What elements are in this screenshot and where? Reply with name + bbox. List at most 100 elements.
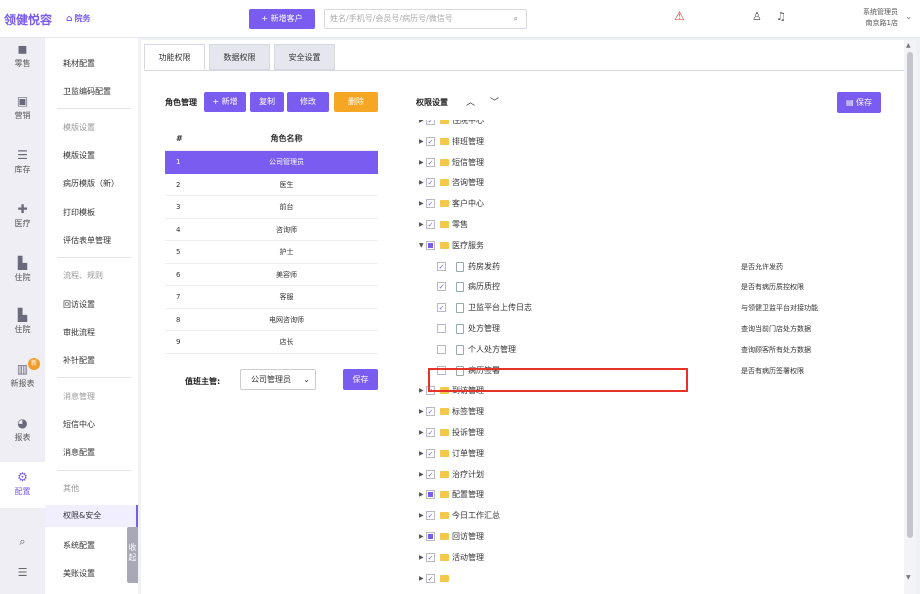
checkbox[interactable]: ✓ xyxy=(437,303,446,313)
checkbox[interactable]: ✓ xyxy=(437,282,446,292)
tree-node[interactable]: ▶ ✓ 今日工作汇总 xyxy=(411,506,891,526)
tree-child-node[interactable]: 个人处方管理 查询顾客所有处方数据 xyxy=(411,340,891,360)
table-row[interactable]: 3 前台 xyxy=(165,196,378,219)
table-row[interactable]: 7 客服 xyxy=(165,286,378,309)
scroll-up-icon[interactable]: ▲ xyxy=(906,42,911,49)
user-icon[interactable]: ♙ xyxy=(752,10,762,23)
caret-right-icon[interactable]: ▶ xyxy=(419,569,424,589)
tree-node[interactable]: ▶ ✓ 标签管理 xyxy=(411,402,891,422)
tree-node[interactable]: ▶ ✓ 治疗计划 xyxy=(411,465,891,485)
duty-save-button[interactable]: 保存 xyxy=(343,369,378,390)
checkbox[interactable]: ✓ xyxy=(426,573,435,583)
bell-icon[interactable]: ♫ xyxy=(776,10,786,23)
caret-right-icon[interactable]: ▶ xyxy=(419,444,424,464)
subnav-item[interactable]: 审批流程 xyxy=(45,327,138,338)
checkbox[interactable]: ✓ xyxy=(426,469,435,479)
search-input[interactable]: 姓名/手机号/会员号/病历号/微信号 ⌕ xyxy=(324,9,527,29)
subnav-item[interactable]: 卫监编码配置 xyxy=(45,86,138,97)
tree-child-node[interactable]: 处方管理 查询当前门店处方数据 xyxy=(411,319,891,339)
checkbox[interactable]: ✓ xyxy=(437,261,446,271)
nav-inventory[interactable]: ☰ 库存 xyxy=(0,148,45,175)
chevron-down-icon[interactable]: ⌄ xyxy=(905,12,912,21)
scroll-down-icon[interactable]: ▼ xyxy=(906,574,911,581)
scrollbar[interactable]: ▲ ▼ xyxy=(904,40,916,594)
caret-right-icon[interactable]: ▶ xyxy=(419,465,424,485)
chevron-down-icon[interactable]: ﹀ xyxy=(490,95,499,108)
checkbox[interactable] xyxy=(437,324,446,333)
subnav-item[interactable]: 补针配置 xyxy=(45,355,138,366)
subnav-item[interactable]: 回访设置 xyxy=(45,299,138,310)
nav-marketing[interactable]: ▣ 营销 xyxy=(0,94,45,121)
checkbox[interactable] xyxy=(437,344,446,354)
collapse-sidebar-button[interactable]: 收起 xyxy=(127,527,138,583)
caret-right-icon[interactable]: ▶ xyxy=(419,194,424,214)
tree-node[interactable]: ▶ ✓ xyxy=(411,569,891,589)
table-row[interactable]: 6 美容师 xyxy=(165,264,378,286)
checkbox[interactable]: ✓ xyxy=(426,428,435,437)
edit-role-button[interactable]: 修改 xyxy=(287,92,329,112)
nav-config[interactable]: ⚙ 配置 xyxy=(0,462,45,508)
brand-logo[interactable]: 领健悦容 xyxy=(4,11,52,28)
nav-inpatient-2[interactable]: ▙ 住院 xyxy=(0,308,45,335)
tree-child-node[interactable]: ✓ 药房发药 是否允许发药 xyxy=(411,257,891,277)
search-icon[interactable]: ⌕ xyxy=(0,535,45,549)
checkbox[interactable]: ✓ xyxy=(426,448,435,458)
search-icon[interactable]: ⌕ xyxy=(514,10,518,28)
caret-right-icon[interactable]: ▶ xyxy=(419,215,424,235)
tree-node[interactable]: ▶ ✓ 活动管理 xyxy=(411,548,891,568)
checkbox[interactable]: ✓ xyxy=(426,511,435,521)
subnav-item[interactable]: 打印模板 xyxy=(45,207,138,218)
nav-medical[interactable]: ✚ 医疗 xyxy=(0,202,45,229)
tree-child-node[interactable]: ✓ 卫监平台上传日志 与领健卫监平台对接功能 xyxy=(411,298,891,318)
caret-right-icon[interactable]: ▶ xyxy=(419,548,424,568)
caret-right-icon[interactable]: ▶ xyxy=(419,120,424,131)
subnav-item[interactable]: 病历模版（新） xyxy=(45,178,138,189)
subnav-item[interactable]: 耗材配置 xyxy=(45,58,138,69)
caret-right-icon[interactable]: ▶ xyxy=(419,132,424,152)
nav-retail[interactable]: ◼ 零售 xyxy=(0,42,45,69)
add-role-button[interactable]: + 新增 xyxy=(204,92,246,112)
caret-right-icon[interactable]: ▶ xyxy=(419,402,424,422)
caret-right-icon[interactable]: ▶ xyxy=(419,423,424,443)
checkbox[interactable]: ✓ xyxy=(426,136,435,146)
tree-node[interactable]: ▶ 配置管理 xyxy=(411,485,891,505)
checkbox[interactable] xyxy=(426,532,435,541)
table-row[interactable]: 2 医生 xyxy=(165,174,378,196)
tree-node[interactable]: ▶ ✓ 短信管理 xyxy=(411,153,891,173)
table-row[interactable]: 5 护士 xyxy=(165,241,378,264)
table-row[interactable]: 8 电网咨询师 xyxy=(165,309,378,331)
delete-role-button[interactable]: 删除 xyxy=(334,92,378,112)
tree-node[interactable]: ▼ 医疗服务 xyxy=(411,236,891,256)
tab-security-settings[interactable]: 安全设置 xyxy=(274,44,335,70)
subnav-item[interactable]: 系统配置 xyxy=(45,540,138,551)
table-row[interactable]: 9 店长 xyxy=(165,331,378,354)
home-link[interactable]: ⌂ 院务 xyxy=(66,13,90,24)
alarm-icon[interactable]: ⚠ xyxy=(674,9,685,23)
nav-new-reports[interactable]: ▥ 新新报表 xyxy=(0,358,45,389)
add-customer-button[interactable]: + 新增客户 xyxy=(249,9,315,29)
subnav-item-permissions[interactable]: 权限&安全 xyxy=(45,505,138,527)
checkbox[interactable]: ✓ xyxy=(426,220,435,229)
tree-child-node[interactable]: ✓ 病历质控 是否有病历质控权限 xyxy=(411,277,891,297)
tab-data-permissions[interactable]: 数据权限 xyxy=(209,44,270,70)
tree-node[interactable]: ▶ ✓ 咨询管理 xyxy=(411,173,891,193)
tree-node[interactable]: ▶ ✓ 客户中心 xyxy=(411,194,891,214)
checkbox[interactable]: ✓ xyxy=(426,407,435,417)
caret-right-icon[interactable]: ▶ xyxy=(419,506,424,526)
caret-right-icon[interactable]: ▶ xyxy=(419,485,424,505)
caret-right-icon[interactable]: ▶ xyxy=(419,173,424,193)
table-row[interactable]: 4 咨询师 xyxy=(165,219,378,241)
caret-right-icon[interactable]: ▶ xyxy=(419,381,424,401)
chevron-up-icon[interactable]: ︿ xyxy=(466,95,475,108)
tree-node[interactable]: ▶ 回访管理 xyxy=(411,527,891,547)
tree-node[interactable]: ▶ ✓ 零售 xyxy=(411,215,891,235)
caret-down-icon[interactable]: ▼ xyxy=(419,236,424,256)
subnav-item[interactable]: 消息配置 xyxy=(45,447,138,458)
subnav-item[interactable]: 美账设置 xyxy=(45,568,138,579)
checkbox[interactable]: ✓ xyxy=(426,120,435,125)
tree-node[interactable]: ▶ ✓ 投诉管理 xyxy=(411,423,891,443)
duty-supervisor-select[interactable]: 公司管理员 ⌄ xyxy=(240,369,316,390)
account-menu[interactable]: 系统管理员 南京路1店 xyxy=(863,7,898,29)
checkbox[interactable]: ✓ xyxy=(426,157,435,167)
checkbox[interactable]: ✓ xyxy=(426,178,435,188)
